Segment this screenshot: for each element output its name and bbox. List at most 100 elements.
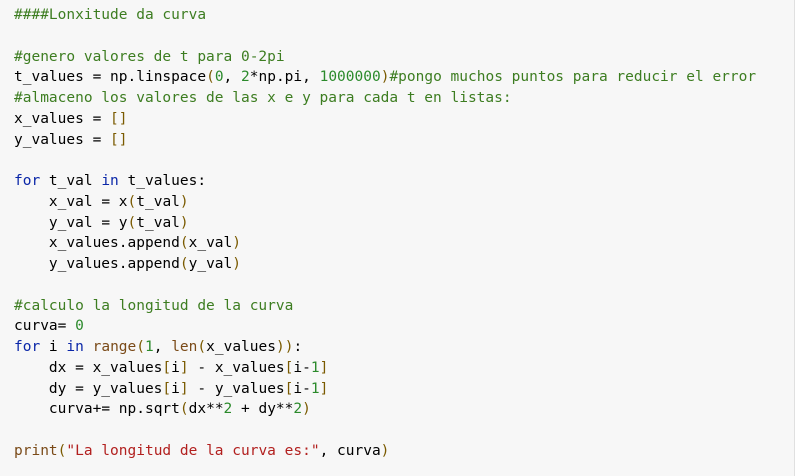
code-token: curva [14, 318, 58, 335]
code-token: 0 [75, 318, 84, 335]
code-token: ( [197, 339, 207, 355]
code-token: ) [179, 193, 189, 210]
code-token: 1 [310, 359, 320, 376]
code-line: for i in range(1, len(x_values)): [14, 337, 794, 358]
code-token: : [293, 339, 303, 355]
code-token: x_values.append [14, 235, 180, 252]
code-line: #calculo la longitud de la curva [14, 296, 794, 317]
code-token: np.pi, [258, 69, 320, 86]
code-line: #genero valores de t para 0-2pi [14, 47, 794, 68]
code-line: x_values.append(x_val) [14, 233, 794, 254]
code-token: i- [293, 359, 311, 376]
code-token: range [92, 339, 137, 355]
code-token: "La longitud de la curva es:" [66, 442, 320, 459]
code-token: x_values [83, 359, 163, 376]
code-token: ] [319, 359, 329, 376]
code-line: curva= 0 [14, 316, 794, 337]
code-token: , curva [319, 442, 381, 459]
code-token: for [14, 339, 41, 355]
code-token: ) [232, 235, 241, 252]
code-token: , [153, 339, 172, 355]
code-token: np.linspace [101, 69, 207, 86]
code-token: y_values [83, 380, 163, 397]
code-token: ] [179, 359, 189, 376]
code-token: ( [179, 235, 189, 252]
code-line: curva+= np.sqrt(dx**2 + dy**2) [14, 399, 794, 420]
code-token: x_values [206, 339, 276, 355]
code-token: #genero valores de t para 0-2pi [14, 48, 285, 65]
code-token: #pongo muchos puntos para reducir el err… [389, 69, 757, 86]
code-line: print("La longitud de la curva es:", cur… [14, 441, 794, 462]
code-token: - x_values [188, 359, 285, 376]
code-token: 1 [310, 380, 320, 397]
code-line: #almaceno los valores de las x e y para … [14, 88, 794, 109]
code-token: , [223, 69, 242, 86]
code-line: for t_val in t_values: [14, 171, 794, 192]
code-token: dy [14, 380, 76, 397]
code-token: in [101, 173, 119, 189]
code-line: y_values = [] [14, 130, 794, 151]
code-token: print [14, 442, 58, 459]
code-token: x [110, 193, 128, 210]
code-token: t_val [136, 193, 180, 210]
code-line: ####Lonxitude da curva [14, 5, 794, 26]
code-token: = [75, 359, 84, 376]
code-token: ] [179, 380, 189, 397]
code-token: for [14, 173, 41, 189]
code-token: ) [380, 442, 390, 459]
code-line: dy = y_values[i] - y_values[i-1] [14, 379, 794, 400]
code-token: y_values [14, 131, 93, 148]
code-token: y_val [14, 214, 102, 231]
code-token: t_val [136, 214, 180, 231]
code-token: ) [232, 256, 241, 272]
code-token: y_val [188, 256, 233, 272]
code-token: 2 [223, 401, 233, 418]
code-token: [ [162, 380, 172, 397]
code-token: 1000000 [319, 69, 381, 86]
code-token: = [92, 131, 102, 148]
code-line: x_val = x(t_val) [14, 192, 794, 213]
code-token: = [92, 110, 102, 127]
code-token: ( [136, 339, 145, 355]
code-token: in [66, 339, 84, 355]
code-token: = [101, 193, 111, 210]
code-token: x_val [188, 235, 233, 252]
code-token: curva+ [14, 401, 102, 418]
code-token: i [171, 359, 180, 376]
code-token: )) [275, 339, 294, 355]
code-line: y_val = y(t_val) [14, 213, 794, 234]
code-token: [] [110, 131, 128, 148]
code-token: = [92, 69, 102, 86]
code-token: ( [179, 401, 189, 418]
code-token: - y_values [188, 380, 285, 397]
code-token: t_val [40, 173, 102, 189]
code-token: 2 [293, 401, 303, 418]
code-token: ( [127, 193, 137, 210]
code-token: + dy** [232, 401, 294, 418]
code-token: ( [179, 256, 189, 272]
code-editor[interactable]: ####Lonxitude da curva #genero valores d… [14, 5, 794, 462]
code-token: dx** [188, 401, 224, 418]
code-token: x_val [14, 193, 102, 210]
code-line: x_values = [] [14, 109, 794, 130]
code-line: y_values.append(y_val) [14, 254, 794, 275]
code-token: ) [179, 214, 189, 231]
code-token: ] [319, 380, 329, 397]
code-token: i [171, 380, 180, 397]
code-token: t_values [14, 69, 93, 86]
code-token: y_values.append [14, 256, 180, 272]
code-token: #calculo la longitud de la curva [14, 297, 294, 314]
code-token: dx [14, 359, 76, 376]
code-token: ( [127, 214, 137, 231]
code-token: 2 [241, 69, 250, 86]
code-cell[interactable]: ####Lonxitude da curva #genero valores d… [0, 0, 795, 476]
code-token: = [101, 214, 111, 231]
code-token: x_values [14, 110, 93, 127]
code-token: 1 [145, 339, 154, 355]
code-token: [] [110, 110, 128, 127]
